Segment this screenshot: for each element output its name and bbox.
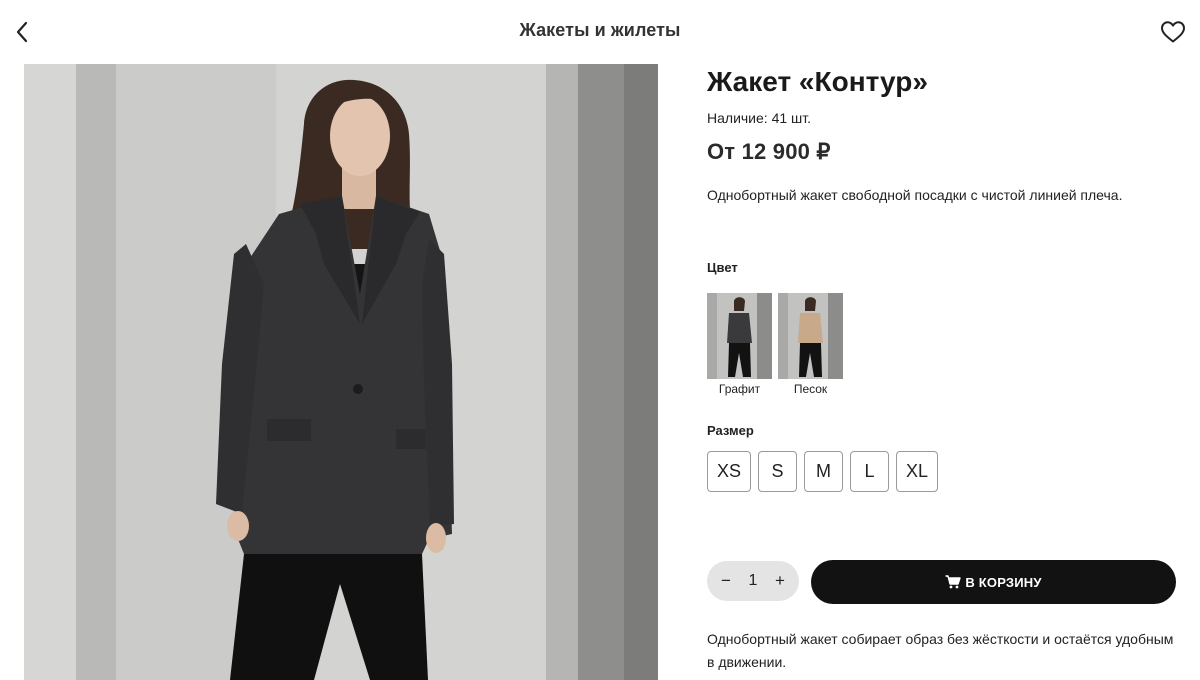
- stock-text: Наличие: 41 шт.: [707, 110, 812, 126]
- quantity-stepper: − 1 +: [707, 561, 799, 601]
- cart-icon: [945, 575, 962, 589]
- favorite-button[interactable]: [1158, 17, 1188, 47]
- top-bar: Жакеты и жилеты: [0, 0, 1200, 64]
- product-long-description: Однобортный жакет собирает образ без жёс…: [707, 631, 1174, 670]
- swatch-label: Графит: [718, 382, 761, 396]
- product-short-description: Однобортный жакет свободной посадки с чи…: [707, 187, 1123, 203]
- product-photo: [24, 64, 658, 680]
- quantity-decrease-button[interactable]: −: [717, 571, 735, 591]
- size-option-xs[interactable]: XS: [707, 451, 752, 492]
- page-title: Жакеты и жилеты: [519, 20, 681, 40]
- size-option-xl[interactable]: XL: [896, 451, 939, 492]
- add-to-cart-label: В КОРЗИНУ: [965, 574, 1042, 590]
- color-swatch-sand[interactable]: Песок: [778, 293, 843, 396]
- swatch-image: [778, 293, 843, 379]
- size-option-m[interactable]: M: [804, 451, 844, 492]
- add-to-cart-button[interactable]: В КОРЗИНУ: [811, 560, 1176, 604]
- size-option-l[interactable]: L: [850, 451, 890, 492]
- quantity-value[interactable]: 1: [741, 572, 765, 590]
- product-info: Жакет «Контур» Наличие: 41 шт. От 12 900…: [707, 64, 1187, 203]
- size-label: Размер: [707, 423, 754, 438]
- color-swatch-graphite[interactable]: Графит: [707, 293, 772, 396]
- quantity-increase-button[interactable]: +: [771, 571, 789, 591]
- color-label: Цвет: [707, 260, 738, 275]
- swatch-image: [707, 293, 772, 379]
- size-option-s[interactable]: S: [758, 451, 798, 492]
- swatch-label: Песок: [793, 382, 828, 396]
- product-price: От 12 900 ₽: [707, 139, 831, 164]
- heart-icon: [1161, 21, 1185, 43]
- size-options: XS S M L XL: [707, 451, 939, 492]
- product-title: Жакет «Контур»: [707, 66, 928, 97]
- color-swatches: Графит Песок: [707, 293, 843, 396]
